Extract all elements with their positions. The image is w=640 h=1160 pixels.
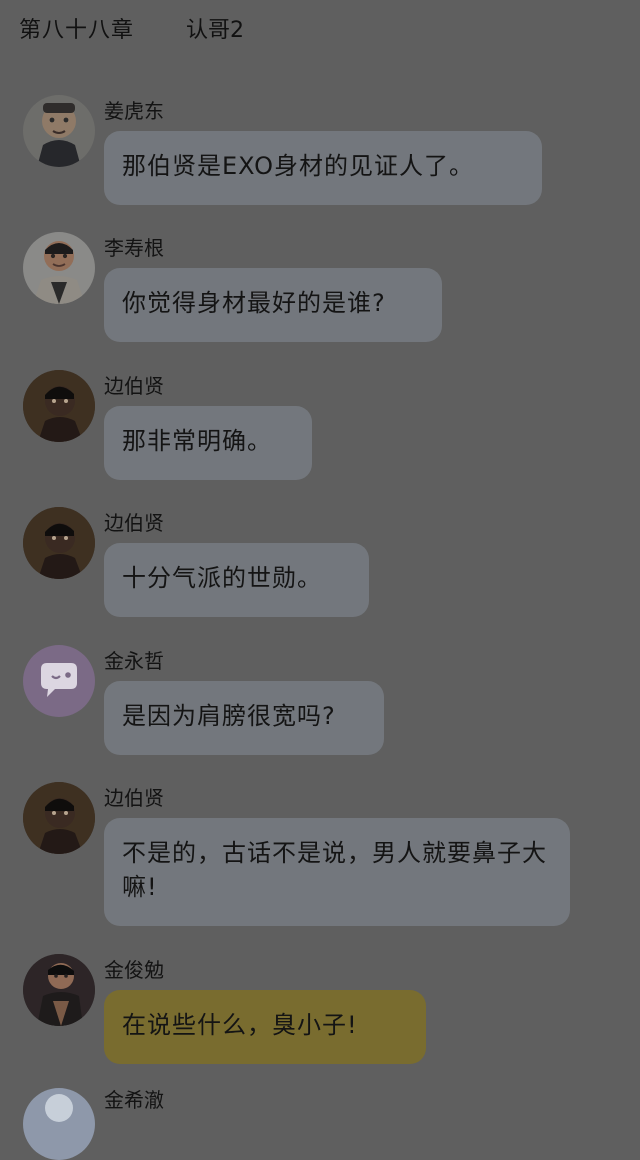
message-bubble[interactable]: 在说些什么，臭小子! xyxy=(104,990,426,1064)
sender-name: 边伯贤 xyxy=(104,511,164,535)
sender-name: 金希澈 xyxy=(104,1088,164,1112)
avatar[interactable] xyxy=(23,95,95,167)
avatar[interactable] xyxy=(23,370,95,442)
sender-name: 金俊勉 xyxy=(104,958,164,982)
message-text: 不是的，古话不是说，男人就要鼻子大嘛! xyxy=(122,839,547,901)
sender-name: 边伯贤 xyxy=(104,786,164,810)
avatar[interactable] xyxy=(23,232,95,304)
sender-name: 金永哲 xyxy=(104,649,164,673)
message-bubble[interactable]: 十分气派的世勋。 xyxy=(104,543,369,617)
message-text: 是因为肩膀很宽吗? xyxy=(122,702,336,730)
sender-name: 边伯贤 xyxy=(104,374,164,398)
sender-name: 姜虎东 xyxy=(104,99,164,123)
message-text: 那伯贤是EXO身材的见证人了。 xyxy=(122,152,474,180)
message-text: 那非常明确。 xyxy=(122,427,272,455)
avatar[interactable] xyxy=(23,1088,95,1160)
message-bubble[interactable]: 是因为肩膀很宽吗? xyxy=(104,681,384,755)
message-bubble[interactable]: 那非常明确。 xyxy=(104,406,312,480)
chat-messages: 姜虎东 那伯贤是EXO身材的见证人了。 李寿根 你觉得身材最好的是谁? 边伯贤 … xyxy=(0,0,640,1160)
avatar[interactable] xyxy=(23,507,95,579)
message-text: 十分气派的世勋。 xyxy=(122,564,322,592)
message-bubble[interactable]: 你觉得身材最好的是谁? xyxy=(104,268,442,342)
avatar[interactable] xyxy=(23,645,95,717)
avatar[interactable] xyxy=(23,954,95,1026)
sender-name: 李寿根 xyxy=(104,236,164,260)
message-text: 你觉得身材最好的是谁? xyxy=(122,289,386,317)
avatar[interactable] xyxy=(23,782,95,854)
message-bubble[interactable]: 不是的，古话不是说，男人就要鼻子大嘛! xyxy=(104,818,570,926)
message-text: 在说些什么，臭小子! xyxy=(122,1011,358,1039)
message-bubble[interactable]: 那伯贤是EXO身材的见证人了。 xyxy=(104,131,542,205)
